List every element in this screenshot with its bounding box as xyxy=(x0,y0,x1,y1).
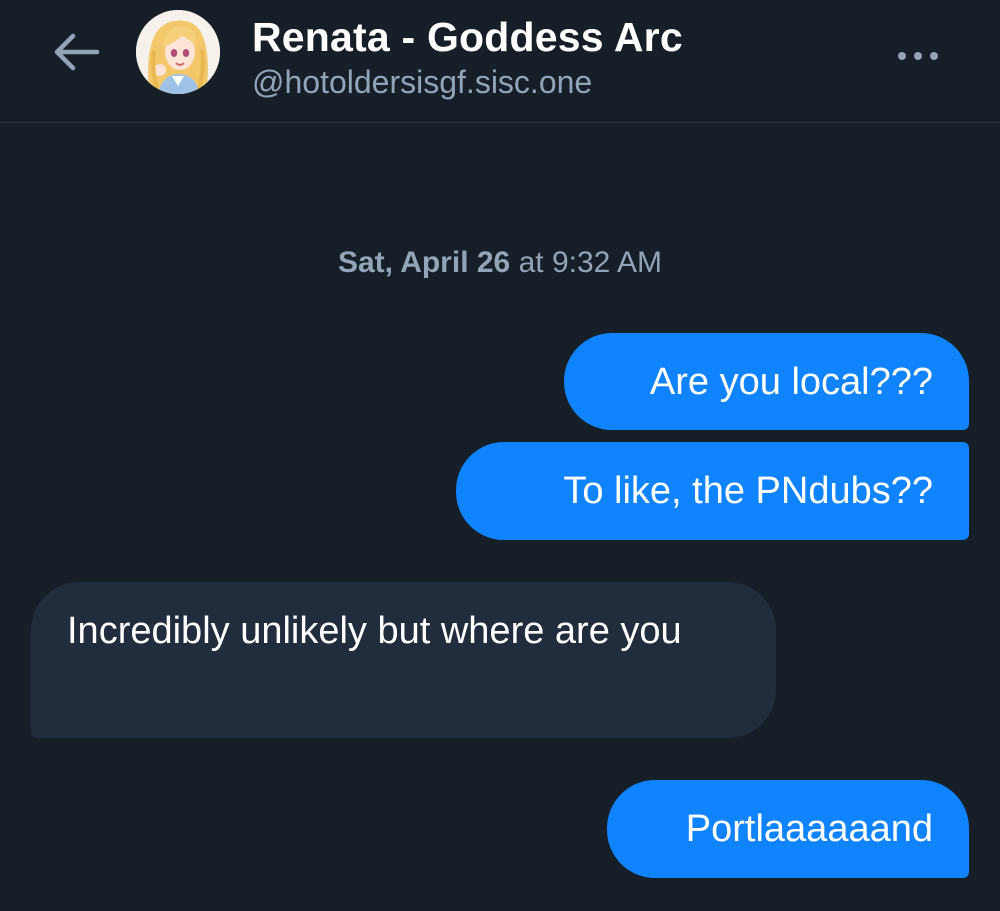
date-separator-time: 9:32 AM xyxy=(551,246,663,279)
message-bubble-received[interactable]: Incredibly unlikely but where are you xyxy=(31,582,776,738)
message-text: Are you local??? xyxy=(649,360,933,403)
conversation-header: Renata - Goddess Arc @hotoldersisgf.sisc… xyxy=(0,0,1000,123)
contact-name: Renata - Goddess Arc xyxy=(252,14,683,60)
message-text: Portlaaaaaand xyxy=(685,808,933,850)
back-button[interactable] xyxy=(48,26,104,78)
date-separator-day: Sat, April 26 xyxy=(337,246,511,279)
avatar-image xyxy=(136,10,220,94)
more-options-button[interactable] xyxy=(888,36,948,76)
message-text: To like, the PNdubs?? xyxy=(563,470,933,512)
date-separator: Sat, April 26 at 9:32 AM xyxy=(0,246,1000,280)
message-bubble-sent[interactable]: Are you local??? xyxy=(564,333,969,430)
ellipsis-icon xyxy=(898,52,938,60)
arrow-left-icon xyxy=(54,33,100,71)
date-separator-connector: at xyxy=(518,246,544,279)
message-text: Incredibly unlikely but where are you xyxy=(67,610,682,652)
avatar[interactable] xyxy=(136,10,220,94)
message-bubble-sent[interactable]: Portlaaaaaand xyxy=(607,780,969,878)
contact-handle: @hotoldersisgf.sisc.one xyxy=(252,64,593,100)
message-bubble-sent[interactable]: To like, the PNdubs?? xyxy=(456,442,969,540)
